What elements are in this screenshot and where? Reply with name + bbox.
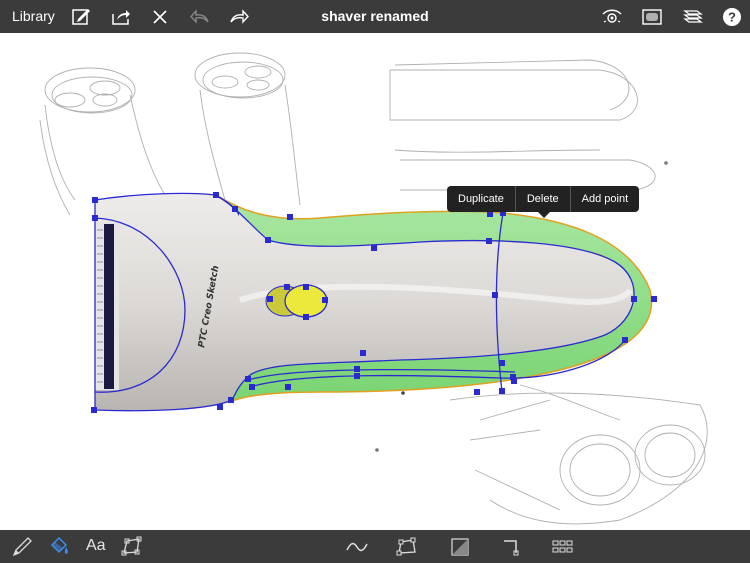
undo-icon[interactable] bbox=[188, 5, 212, 29]
grid-icon[interactable] bbox=[550, 535, 574, 559]
edit-icon[interactable] bbox=[69, 5, 93, 29]
context-menu: Duplicate Delete Add point bbox=[447, 186, 640, 212]
top-toolbar: Library shaver renamed ? bbox=[0, 0, 750, 33]
redo-icon[interactable] bbox=[227, 5, 251, 29]
shape-icon[interactable] bbox=[120, 535, 144, 559]
delete-menu-item[interactable]: Delete bbox=[516, 186, 571, 212]
text-tool[interactable]: Aa bbox=[86, 537, 106, 555]
svg-text:?: ? bbox=[728, 10, 736, 25]
visibility-icon[interactable] bbox=[600, 5, 624, 29]
polygon-icon[interactable] bbox=[395, 535, 419, 559]
share-icon[interactable] bbox=[109, 5, 133, 29]
bottom-toolbar: Aa bbox=[0, 530, 750, 563]
curve-icon[interactable] bbox=[345, 535, 369, 559]
help-icon[interactable]: ? bbox=[720, 5, 744, 29]
stray-dot bbox=[401, 391, 405, 395]
shading-icon[interactable] bbox=[448, 535, 472, 559]
close-icon[interactable] bbox=[148, 5, 172, 29]
stray-dot bbox=[664, 161, 668, 165]
context-menu-arrow bbox=[538, 212, 550, 218]
fill-icon[interactable] bbox=[47, 535, 71, 559]
drawing-canvas[interactable]: PTC Creo Sketch bbox=[0, 33, 750, 530]
blade-foil bbox=[104, 224, 114, 389]
canvas-icon[interactable] bbox=[640, 5, 664, 29]
layers-icon[interactable] bbox=[681, 5, 705, 29]
stray-dot bbox=[375, 448, 379, 452]
pen-icon[interactable] bbox=[10, 535, 34, 559]
corner-icon[interactable] bbox=[500, 535, 524, 559]
duplicate-menu-item[interactable]: Duplicate bbox=[447, 186, 516, 212]
library-button[interactable]: Library bbox=[12, 8, 55, 24]
add-point-menu-item[interactable]: Add point bbox=[571, 186, 639, 212]
